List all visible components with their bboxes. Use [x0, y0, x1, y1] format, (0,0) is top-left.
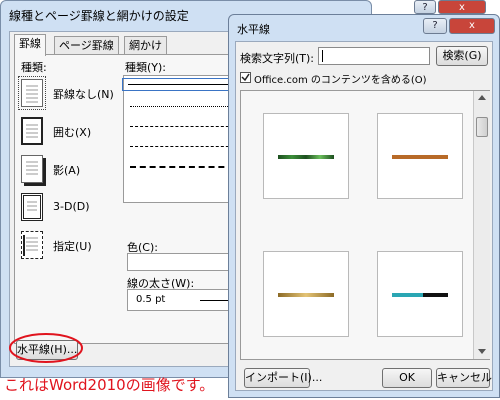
search-label: 検索文字列(T):: [240, 52, 315, 65]
preset-box[interactable]: 囲む(X): [21, 117, 121, 147]
help-glyph: ?: [422, 2, 428, 13]
line-style-dashed[interactable]: [130, 146, 244, 147]
thumbnail-gold-line[interactable]: [263, 251, 349, 337]
preset-label: 囲む(X): [53, 126, 92, 139]
style-label: 種類(Y):: [125, 61, 167, 74]
settings-label: 種類:: [21, 61, 47, 74]
close-button[interactable]: x: [449, 18, 495, 34]
thumbnail-green-line[interactable]: [263, 113, 349, 199]
teal-line-preview: [392, 293, 448, 297]
import-button[interactable]: インポート(I)...: [244, 368, 322, 388]
tab-label: 罫線: [19, 37, 41, 50]
preset-shadow-icon: [21, 155, 43, 183]
scroll-thumb[interactable]: [476, 117, 488, 137]
green-line-preview: [278, 155, 334, 159]
button-label: OK: [399, 371, 415, 384]
dialog-title: 水平線: [237, 23, 270, 36]
line-style-dashed-fine[interactable]: [130, 126, 244, 127]
button-label: キャンセル: [437, 371, 492, 384]
include-online-label: Office.com のコンテンツを含める(O): [254, 75, 427, 86]
tab-page-border[interactable]: ページ罫線: [54, 36, 119, 55]
cancel-button[interactable]: キャンセル: [436, 368, 492, 388]
preset-label: 影(A): [53, 164, 81, 177]
close-icon: x: [469, 20, 475, 31]
line-style-dotted[interactable]: [130, 106, 244, 107]
help-glyph: ?: [432, 20, 438, 31]
preset-label: 指定(U): [53, 240, 92, 253]
preset-none-icon: [18, 76, 46, 110]
tab-shading[interactable]: 網かけ: [124, 36, 167, 55]
back-close-button[interactable]: x: [438, 0, 486, 14]
horizontal-line-dialog: 水平線 ? x 検索文字列(T): 検索(G) Office.com のコンテン…: [228, 14, 500, 398]
dialog-content: 検索文字列(T): 検索(G) Office.com のコンテンツを含める(O): [235, 41, 493, 391]
close-icon: x: [459, 2, 465, 13]
width-value: 0.5 pt: [136, 294, 166, 305]
thumbnail-copper-line[interactable]: [377, 113, 463, 199]
line-style-dash-dot[interactable]: [130, 166, 244, 168]
scroll-down-icon[interactable]: [478, 349, 486, 354]
preset-custom-icon: [21, 231, 43, 259]
copper-line-preview: [392, 155, 448, 159]
button-label: インポート(I)...: [245, 371, 323, 384]
search-button[interactable]: 検索(G): [436, 46, 488, 66]
preset-shadow[interactable]: 影(A): [21, 155, 121, 185]
clipart-gallery: [240, 90, 490, 360]
ok-button[interactable]: OK: [382, 368, 432, 388]
preset-custom[interactable]: 指定(U): [21, 231, 121, 261]
caption-text: これはWord2010の画像です。: [4, 376, 215, 394]
preset-label: 罫線なし(N): [53, 88, 114, 101]
tab-borders[interactable]: 罫線: [14, 34, 46, 56]
button-label: 検索(G): [442, 49, 482, 62]
preset-3d[interactable]: 3-D(D): [21, 193, 121, 223]
preset-3d-icon: [21, 193, 43, 221]
dialog-title: 線種とページ罫線と網かけの設定: [9, 9, 189, 23]
gold-line-preview: [278, 293, 334, 297]
scroll-up-icon[interactable]: [478, 95, 486, 100]
tab-label: ページ罫線: [59, 39, 114, 52]
gallery-scrollbar[interactable]: [473, 91, 490, 359]
preset-label: 3-D(D): [53, 200, 90, 213]
include-online-checkbox[interactable]: [240, 72, 251, 83]
preset-box-icon: [21, 117, 43, 145]
tab-label: 網かけ: [129, 39, 162, 52]
help-button[interactable]: ?: [423, 18, 447, 34]
line-style-solid[interactable]: [122, 78, 250, 91]
highlight-circle: [9, 333, 83, 363]
preset-none[interactable]: 罫線なし(N): [18, 76, 121, 110]
back-help-button[interactable]: ?: [414, 0, 436, 14]
text-cursor: [322, 50, 323, 62]
thumbnail-teal-line[interactable]: [377, 251, 463, 337]
search-input[interactable]: [318, 47, 430, 65]
